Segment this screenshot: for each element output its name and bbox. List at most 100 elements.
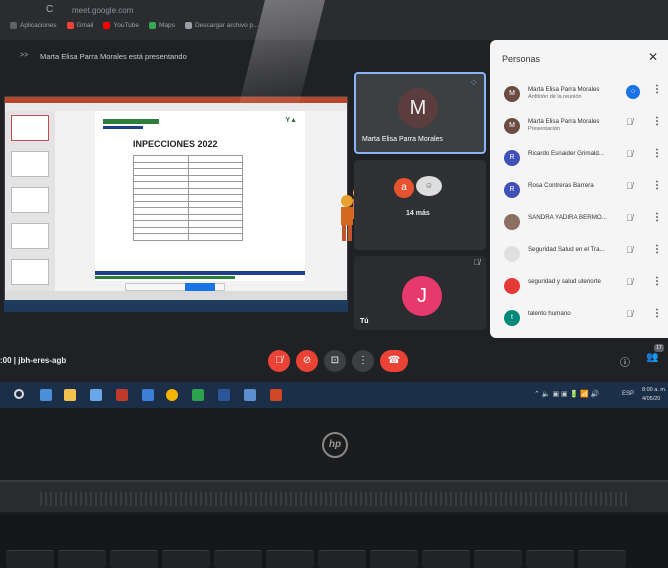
more-options-icon[interactable]: ⋮ [652, 180, 662, 191]
keyboard-key [162, 550, 210, 568]
avatar: a [394, 178, 414, 198]
table-row [133, 233, 243, 241]
people-icon[interactable]: 👥 [646, 352, 658, 363]
store-icon[interactable] [90, 389, 102, 401]
close-icon[interactable]: ✕ [648, 50, 658, 64]
people-panel: Personas ✕ M Marta Elisa Parra Morales Anf… [490, 40, 668, 338]
more-options-icon[interactable]: ⋮ [652, 244, 662, 255]
avatar: M [504, 118, 520, 134]
system-tray-icons[interactable]: ⌃ 🔈 ▣ ▣ 🔋 📶 🔊 [534, 390, 600, 398]
bookmark-item[interactable]: Aplicaciones [10, 22, 57, 29]
chrome-icon[interactable] [166, 389, 178, 401]
participant-name: Rosa Contreras Barrera [528, 182, 594, 189]
slide-footer-stripe [95, 276, 235, 279]
keyboard-key [578, 550, 626, 568]
self-label: Tú [360, 318, 369, 325]
participant-row[interactable]: M Marta Elisa Parra Morales Presentación 🎙̸… [500, 112, 668, 142]
presenting-banner: >> Marta Elisa Parra Morales está presen… [0, 44, 490, 68]
more-options-icon[interactable]: ⋮ [652, 308, 662, 319]
more-participants-label: 14 más [406, 210, 430, 217]
current-slide: Y▲ INPECCIONES 2022 [95, 111, 376, 281]
powerpoint-icon[interactable] [270, 389, 282, 401]
avatar: t [504, 310, 520, 326]
bookmarks-row: Aplicaciones Gmail YouTube Maps Descargar ar… [10, 22, 259, 29]
mic-off-icon[interactable]: 🎙̸ [626, 245, 633, 255]
more-options-button[interactable]: ⋮ [352, 350, 374, 372]
bookmark-item[interactable]: YouTube [103, 22, 139, 29]
participant-row[interactable]: M Marta Elisa Parra Morales Anfitrión de l… [500, 80, 668, 110]
participant-name: Marta Elisa Parra Morales [362, 136, 443, 143]
slide-thumbnail[interactable] [11, 115, 49, 141]
slide-thumbnail[interactable] [11, 151, 49, 177]
bookmark-item[interactable]: Maps [149, 22, 175, 29]
photos-icon[interactable] [244, 389, 256, 401]
more-options-icon[interactable]: ⋮ [652, 84, 662, 95]
participant-name: Marta Elisa Parra Morales [528, 118, 600, 125]
language-indicator[interactable]: ESP [622, 391, 634, 397]
shield-icon[interactable] [116, 389, 128, 401]
participant-name: Ricardo Esnaider Grimald... [528, 150, 604, 157]
present-button[interactable]: ⊡ [324, 350, 346, 372]
speaking-icon: ⁘ [626, 85, 640, 99]
youtube-icon [103, 22, 111, 29]
slide-thumbnail[interactable] [11, 223, 49, 249]
people-app-icon[interactable] [142, 389, 154, 401]
people-panel-title: Personas [502, 54, 541, 64]
address-bar[interactable]: meet.google.com [72, 6, 133, 15]
maps-icon [149, 22, 157, 29]
slide-thumbnail[interactable] [11, 187, 49, 213]
bookmark-label: Maps [159, 22, 175, 29]
apps-icon [10, 22, 17, 29]
keyboard-key [370, 550, 418, 568]
shared-taskbar [4, 300, 348, 312]
clock-time: 8:00 a. m. [642, 387, 667, 393]
more-participants-tile[interactable]: a ☺ 14 más [354, 160, 486, 250]
word-icon[interactable] [218, 389, 230, 401]
mic-off-icon[interactable]: 🎙̸ [626, 149, 633, 159]
avatar: M [504, 86, 520, 102]
mic-off-icon[interactable]: 🎙̸ [626, 213, 633, 223]
participant-row[interactable]: t talento humano 🎙̸ ⋮ [500, 304, 668, 334]
stop-sharing-button[interactable] [185, 283, 215, 291]
bookmark-label: YouTube [113, 22, 140, 29]
participant-row[interactable]: seguridad y salud utenorte 🎙̸ ⋮ [500, 272, 668, 302]
more-options-icon[interactable]: ⋮ [652, 116, 662, 127]
company-logo: Y▲ [285, 117, 297, 124]
browser-bookmarks-bar: C meet.google.com Aplicaciones Gmail YouTu… [0, 0, 668, 40]
slide-thumbnail[interactable] [11, 259, 49, 285]
participant-row[interactable]: SANDRA YADIRA BERMO... 🎙̸ ⋮ [500, 208, 668, 238]
participant-row[interactable]: R Ricardo Esnaider Grimald... 🎙̸ ⋮ [500, 144, 668, 174]
participant-name: SANDRA YADIRA BERMO... [528, 214, 607, 221]
bookmark-item[interactable]: Descargar archivo p... [184, 22, 259, 29]
reload-icon[interactable]: C [46, 4, 53, 15]
mic-off-icon[interactable]: 🎙̸ [626, 181, 633, 191]
file-explorer-icon[interactable] [64, 389, 76, 401]
mic-off-icon[interactable]: 🎙̸ [626, 117, 633, 127]
more-options-icon[interactable]: ⋮ [652, 148, 662, 159]
more-options-icon[interactable]: ⋮ [652, 276, 662, 287]
self-tile[interactable]: 🎙̸ J Tú [354, 256, 486, 330]
slide-thumbnails [5, 111, 55, 291]
bookmark-item[interactable]: Gmail [66, 22, 93, 29]
windows-taskbar: ⌃ 🔈 ▣ ▣ 🔋 📶 🔊 ESP 8:00 a. m. 4/05/20 [0, 382, 668, 408]
search-icon[interactable] [14, 389, 24, 399]
mic-off-icon[interactable]: 🎙̸ [626, 309, 633, 319]
hang-up-button[interactable]: ☎ [380, 350, 408, 372]
presenter-tile[interactable]: ⁘ M Marta Elisa Parra Morales [354, 72, 486, 154]
task-view-icon[interactable] [40, 389, 52, 401]
participant-row[interactable]: R Rosa Contreras Barrera 🎙̸ ⋮ [500, 176, 668, 206]
info-icon[interactable]: ⓘ [620, 354, 630, 369]
participant-row[interactable]: Seguridad Salud en el Tra... 🎙̸ ⋮ [500, 240, 668, 270]
meeting-code: :00 | jbh-eres-agb [0, 356, 67, 365]
clock[interactable]: 8:00 a. m. 4/05/20 [642, 386, 666, 404]
avatar: ☺ [416, 176, 442, 196]
camera-off-button[interactable]: ⊘ [296, 350, 318, 372]
more-options-icon[interactable]: ⋮ [652, 212, 662, 223]
expand-icon[interactable]: >> [20, 52, 28, 59]
slide-footer-stripe [95, 271, 305, 275]
photo-frame: C meet.google.com Aplicaciones Gmail YouTu… [0, 0, 668, 568]
excel-icon[interactable] [192, 389, 204, 401]
inspections-table [133, 155, 243, 241]
mic-off-icon[interactable]: 🎙̸ [626, 277, 633, 287]
mic-off-button[interactable]: 🎙̸ [268, 350, 290, 372]
